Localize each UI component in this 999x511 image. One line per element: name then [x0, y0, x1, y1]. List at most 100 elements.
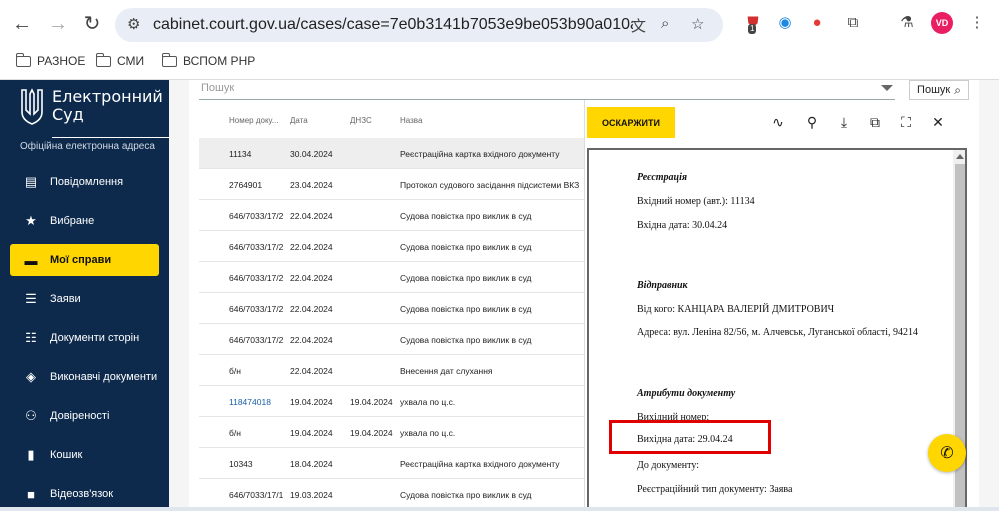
forward-arrow-icon[interactable]: → [46, 12, 70, 36]
extensions-puzzle-icon[interactable]: ⧉ [842, 12, 864, 34]
cell-date: 19.03.2024 [290, 490, 333, 500]
cell-date: 23.04.2024 [290, 180, 333, 190]
open-external-icon[interactable]: ⧉ [866, 114, 884, 131]
site-settings-icon[interactable]: ⚙ [127, 15, 140, 33]
trash-icon: ▮ [27, 447, 35, 462]
list-icon: ☰ [25, 291, 37, 306]
profile-avatar[interactable]: VD [931, 12, 953, 34]
doc-sender-address: Адреса: вул. Леніна 82/56, м. Алчевськ, … [637, 327, 918, 338]
col-date[interactable]: Дата [290, 116, 308, 125]
bookmark-star-icon[interactable]: ☆ [691, 15, 704, 33]
sidebar-item-video-call[interactable]: ■ Відеозв'язок [10, 478, 159, 510]
cell-title: Судова повістка про виклик в суд [400, 335, 532, 345]
cell-date: 19.04.2024 [290, 397, 333, 407]
menu-kebab-icon[interactable]: ⋮ [966, 12, 988, 34]
cell-date: 22.04.2024 [290, 242, 333, 252]
cell-title: Судова повістка про виклик в суд [400, 211, 532, 221]
sidebar: Електронний Суд Офіційна електронна адрес… [0, 80, 170, 511]
appeal-button[interactable]: ОСКАРЖИТИ [587, 107, 675, 138]
cell-number: 646/7033/17/1 [229, 490, 284, 500]
bookmark-folder-3[interactable]: ВСПОМ РНР [162, 52, 255, 68]
extension-shield-icon[interactable]: ⛊ 1 [742, 12, 764, 34]
sidebar-item-powers-of-attorney[interactable]: ⚇ Довіреності [10, 400, 159, 432]
doc-section-registration: Реєстрація [637, 172, 688, 183]
document-viewer: ОСКАРЖИТИ ∿ ⚲ ⤓ ⧉ ⛶ ✕ Реєстрація Вхідний… [584, 100, 979, 511]
cell-date: 22.04.2024 [290, 366, 333, 376]
logo-title: Електронний Суд [52, 87, 163, 124]
layers-icon: ◈ [26, 369, 36, 384]
chart-line-icon[interactable]: ∿ [769, 114, 787, 131]
table-row[interactable]: 646/7033/17/2 22.04.2024 Судова повістка п… [199, 262, 584, 293]
search-button[interactable]: Пошук ⌕ [909, 80, 969, 100]
star-icon: ★ [25, 213, 37, 228]
document-preview: Реєстрація Вхідний номер (авт.): 11134 В… [587, 148, 967, 511]
fullscreen-icon[interactable]: ⛶ [897, 114, 915, 131]
sidebar-item-favorites[interactable]: ★ Вибране [10, 205, 159, 237]
cell-number: 646/7033/17/2 [229, 242, 284, 252]
logo-divider [52, 137, 170, 138]
table-row[interactable]: 646/7033/17/2 22.04.2024 Судова повістка п… [199, 324, 584, 355]
sidebar-item-party-documents[interactable]: ☷ Документи сторін [10, 322, 159, 354]
zoom-icon[interactable]: ⌕ [661, 15, 669, 32]
doc-incoming-date: Вхідна дата: 30.04.24 [637, 220, 728, 231]
table-row[interactable]: 11134 30.04.2024 Реєстраційна картка вхідн… [199, 138, 584, 169]
logo-subtitle: Офіційна електронна адреса [20, 141, 155, 152]
video-icon: ■ [27, 486, 35, 502]
table-row[interactable]: 646/7033/17/2 22.04.2024 Судова повістка п… [199, 231, 584, 262]
bookmark-folder-1[interactable]: РАЗНОЕ [16, 52, 85, 68]
taskbar-strip [0, 507, 999, 511]
lab-flask-icon[interactable]: ⚗ [896, 12, 918, 34]
checklist-icon: ☷ [25, 330, 37, 345]
sidebar-item-trash[interactable]: ▮ Кошик [10, 439, 159, 471]
close-icon[interactable]: ✕ [929, 114, 947, 131]
folder-icon [96, 52, 111, 67]
cell-date: 22.04.2024 [290, 304, 333, 314]
logo[interactable]: Електронний Суд Офіційна електронна адрес… [20, 86, 170, 152]
message-icon: ▤ [24, 174, 38, 189]
cell-number: 2764901 [229, 180, 263, 190]
table-row[interactable]: 10343 18.04.2024 Реєстраційна картка вхідн… [199, 448, 584, 479]
color-extension-icon[interactable]: ● [806, 12, 828, 34]
url-text[interactable]: cabinet.court.gov.ua/cases/case=7e0b3141… [153, 16, 633, 34]
doc-section-sender: Відправник [637, 280, 688, 291]
case-panel: Пошук Пошук ⌕ Номер доку... Дата ДНЗС На… [189, 80, 979, 511]
pin-icon[interactable]: ⚲ [803, 114, 821, 131]
sidebar-item-my-cases[interactable]: ▬ Мої справи [10, 244, 159, 276]
shazam-extension-icon[interactable]: ◉ [774, 12, 796, 34]
table-header: Номер доку... Дата ДНЗС Назва [199, 108, 584, 132]
doc-to-document: До документу: [637, 460, 699, 471]
col-title[interactable]: Назва [400, 116, 422, 125]
cell-number: 646/7033/17/2 [229, 211, 284, 221]
col-dnzs[interactable]: ДНЗС [350, 116, 372, 125]
scroll-up-icon[interactable] [956, 154, 964, 159]
cell-title: Внесення дат слухання [400, 366, 493, 376]
back-arrow-icon[interactable]: ← [10, 12, 34, 36]
cell-date: 18.04.2024 [290, 459, 333, 469]
table-row[interactable]: б/н 22.04.2024 Внесення дат слухання [199, 355, 584, 386]
doc-registration-type: Реєстраційний тип документу: Заява [637, 484, 793, 495]
sidebar-item-applications[interactable]: ☰ Заяви [10, 283, 159, 315]
cell-number: 646/7033/17/2 [229, 304, 284, 314]
cell-title: Судова повістка про виклик в суд [400, 304, 532, 314]
search-input[interactable]: Пошук [199, 82, 895, 100]
table-row[interactable]: 646/7033/17/1 19.03.2024 Судова повістка п… [199, 479, 584, 510]
download-icon[interactable]: ⤓ [835, 114, 853, 131]
sidebar-item-notifications[interactable]: ▤ Повідомлення [10, 166, 159, 198]
table-row[interactable]: 646/7033/17/2 22.04.2024 Судова повістка п… [199, 200, 584, 231]
table-row[interactable]: 646/7033/17/2 22.04.2024 Судова повістка п… [199, 293, 584, 324]
table-row[interactable]: 118474018 19.04.2024 19.04.2024 ухвала по ц… [199, 386, 584, 417]
col-number[interactable]: Номер доку... [229, 116, 278, 125]
bookmark-folder-2[interactable]: СМИ [96, 52, 144, 68]
reload-icon[interactable]: ↻ [80, 12, 104, 36]
browser-chrome: ← → ↻ ⚙ cabinet.court.gov.ua/cases/case=… [0, 0, 999, 80]
address-bar[interactable]: ⚙ cabinet.court.gov.ua/cases/case=7e0b31… [115, 8, 723, 42]
trident-icon [21, 88, 43, 125]
doc-sender-name: Від кого: КАНЦАРА ВАЛЕРІЙ ДМИТРОВИЧ [637, 304, 835, 315]
chevron-down-icon[interactable] [881, 85, 893, 91]
sidebar-item-executive-documents[interactable]: ◈ Виконавчі документи [10, 361, 159, 393]
table-row[interactable]: б/н 19.04.2024 19.04.2024 ухвала по ц.с. [199, 417, 584, 448]
phone-call-button[interactable]: ✆ [928, 434, 966, 472]
table-row[interactable]: 2764901 23.04.2024 Протокол судового засід… [199, 169, 584, 200]
cell-title: Судова повістка про виклик в суд [400, 273, 532, 283]
translate-icon[interactable]: 文 [631, 15, 646, 36]
